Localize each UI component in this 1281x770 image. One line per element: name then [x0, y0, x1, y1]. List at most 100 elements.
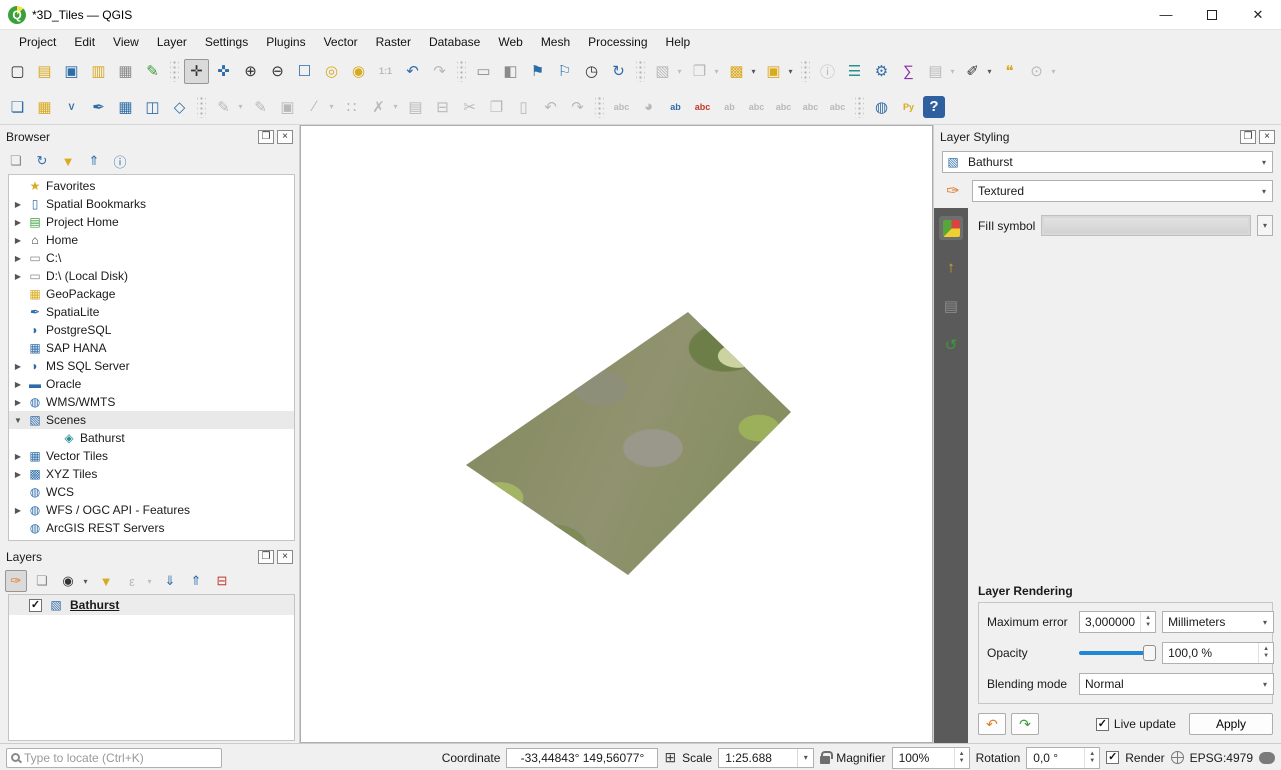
close-button[interactable]: ✕	[1235, 0, 1281, 29]
browser-tree-item[interactable]: ✒ SpatiaLite	[9, 303, 294, 321]
menu-view[interactable]: View	[104, 32, 148, 52]
expand-arrow-icon[interactable]: ▶	[12, 272, 24, 281]
menu-database[interactable]: Database	[420, 32, 489, 52]
browser-tree-item[interactable]: ▶ ▬ Oracle	[9, 375, 294, 393]
expand-arrow-icon[interactable]: ▶	[12, 470, 24, 479]
menu-mesh[interactable]: Mesh	[532, 32, 579, 52]
new-shapefile-layer-button[interactable]: V	[59, 94, 84, 119]
processing-toolbox-button[interactable]: ⚙	[869, 59, 894, 84]
show-spatial-bookmarks-button[interactable]: ⚐	[552, 59, 577, 84]
delete-selected-button[interactable]: ⊟	[430, 94, 455, 119]
deselect-features-button[interactable]: ▩	[724, 59, 749, 84]
browser-tree-item[interactable]: ▶ ◍ WFS / OGC API - Features	[9, 501, 294, 519]
zoom-next-button[interactable]: ↷	[427, 59, 452, 84]
pan-map-button[interactable]: ✛	[184, 59, 209, 84]
pan-to-selection-button[interactable]: ✜	[211, 59, 236, 84]
browser-tree-item[interactable]: ▶ ▦ Vector Tiles	[9, 447, 294, 465]
temporal-controller-button[interactable]: ◷	[579, 59, 604, 84]
bathurst-3d-tiles-layer[interactable]	[301, 126, 933, 742]
tab-elevation[interactable]: ↑	[939, 255, 963, 279]
add-part-button[interactable]: ∷	[339, 94, 364, 119]
layer-diagram-button[interactable]: ◕	[636, 94, 661, 119]
expand-all-button[interactable]: ⇓	[159, 570, 181, 592]
maximum-error-spinbox[interactable]: 3,000000 ▲▼	[1079, 611, 1156, 633]
expand-arrow-icon[interactable]: ▶	[12, 218, 24, 227]
menu-vector[interactable]: Vector	[315, 32, 367, 52]
rotate-label-button[interactable]: abc	[798, 94, 823, 119]
map-tips-button[interactable]: ❝	[997, 59, 1022, 84]
add-group-button[interactable]: ❏	[31, 570, 53, 592]
zoom-full-button[interactable]: ☐	[292, 59, 317, 84]
browser-close-button[interactable]: ×	[277, 130, 293, 144]
new-spatialite-layer-button[interactable]: ✒	[86, 94, 111, 119]
deselect-features-dropdown[interactable]: ▾	[748, 67, 759, 76]
filter-expression-dropdown[interactable]: ▾	[144, 577, 155, 586]
undo-button[interactable]: ↶	[538, 94, 563, 119]
menu-raster[interactable]: Raster	[367, 32, 420, 52]
rotation-spinbox[interactable]: 0,0 ° ▲▼	[1026, 747, 1100, 769]
texture-mode-select[interactable]: Textured ▾	[972, 180, 1273, 202]
menu-help[interactable]: Help	[657, 32, 700, 52]
save-project-button[interactable]: ▣	[59, 59, 84, 84]
browser-tree-item[interactable]: ▶ ⌂ Home	[9, 231, 294, 249]
zoom-to-object-button[interactable]: ⊙	[1024, 59, 1049, 84]
menu-processing[interactable]: Processing	[579, 32, 656, 52]
browser-tree-item[interactable]: ◍ ArcGIS REST Servers	[9, 519, 294, 537]
select-features-button[interactable]: ▧	[650, 59, 675, 84]
refresh-map-button[interactable]: ↻	[606, 59, 631, 84]
expand-arrow-icon[interactable]: ▼	[12, 416, 24, 425]
redo-button[interactable]: ↷	[565, 94, 590, 119]
layer-visibility-checkbox[interactable]: ✓	[29, 599, 42, 612]
zoom-native-button[interactable]: 1:1	[373, 59, 398, 84]
locator-input[interactable]	[24, 751, 217, 765]
browser-tree-item[interactable]: ▶ ◍ WMS/WMTS	[9, 393, 294, 411]
select-by-form-button[interactable]: ❐	[687, 59, 712, 84]
style-undo-button[interactable]: ↶	[978, 713, 1006, 735]
filter-legend-button[interactable]: ▼	[95, 570, 117, 592]
current-edits-dropdown[interactable]: ▾	[235, 102, 246, 111]
layers-close-button[interactable]: ×	[277, 550, 293, 564]
zoom-to-object-dropdown[interactable]: ▾	[1048, 67, 1059, 76]
zoom-to-selection-button[interactable]: ◎	[319, 59, 344, 84]
magnifier-spinbox[interactable]: 100% ▲▼	[892, 747, 970, 769]
coordinate-display[interactable]: -33,44843° 149,56077°	[506, 748, 658, 768]
refresh-browser-button[interactable]: ↻	[31, 150, 53, 172]
open-layer-styling-button[interactable]: ✑	[5, 570, 27, 592]
select-features-dropdown[interactable]: ▾	[674, 67, 685, 76]
cut-features-button[interactable]: ✂	[457, 94, 482, 119]
new-map-view-button[interactable]: ▭	[471, 59, 496, 84]
filter-expression-button[interactable]: ε	[121, 570, 143, 592]
expand-arrow-icon[interactable]: ▶	[12, 398, 24, 407]
browser-tree-item[interactable]: ▶ ▭ D:\ (Local Disk)	[9, 267, 294, 285]
toggle-editing-button[interactable]: ✎	[248, 94, 273, 119]
live-update-checkbox[interactable]: ✓	[1096, 718, 1109, 731]
maximum-error-unit-select[interactable]: Millimeters ▾	[1162, 611, 1274, 633]
layers-float-button[interactable]: ❐	[258, 550, 274, 564]
browser-float-button[interactable]: ❐	[258, 130, 274, 144]
browser-tree-item[interactable]: ▶ ◗ MS SQL Server	[9, 357, 294, 375]
layer-labeling-button[interactable]: abc	[609, 94, 634, 119]
expand-arrow-icon[interactable]: ▶	[12, 254, 24, 263]
expand-arrow-icon[interactable]: ▶	[12, 200, 24, 209]
menu-layer[interactable]: Layer	[148, 32, 196, 52]
menu-edit[interactable]: Edit	[65, 32, 104, 52]
style-manager-button[interactable]: ✎	[140, 59, 165, 84]
vertex-tool-button[interactable]: ✗	[366, 94, 391, 119]
opacity-slider-handle[interactable]	[1143, 645, 1156, 661]
browser-tree-item[interactable]: ▦ GeoPackage	[9, 285, 294, 303]
blending-mode-select[interactable]: Normal ▾	[1079, 673, 1274, 695]
new-mesh-layer-button[interactable]: ▦	[113, 94, 138, 119]
remove-layer-button[interactable]: ⊟	[211, 570, 233, 592]
open-project-button[interactable]: ▤	[32, 59, 57, 84]
minimize-button[interactable]: —	[1143, 0, 1189, 29]
manage-map-themes-dropdown[interactable]: ▾	[80, 577, 91, 586]
browser-tree-item[interactable]: ▶ ▤ Project Home	[9, 213, 294, 231]
change-label-button[interactable]: abc	[825, 94, 850, 119]
move-label-button[interactable]: abc	[771, 94, 796, 119]
measure-button[interactable]: ✐	[960, 59, 985, 84]
locator-search[interactable]	[6, 748, 222, 768]
spin-arrows-icon[interactable]: ▲▼	[954, 748, 969, 768]
menu-settings[interactable]: Settings	[196, 32, 257, 52]
extents-icon[interactable]: ⊞	[664, 749, 676, 766]
measure-dropdown[interactable]: ▾	[984, 67, 995, 76]
